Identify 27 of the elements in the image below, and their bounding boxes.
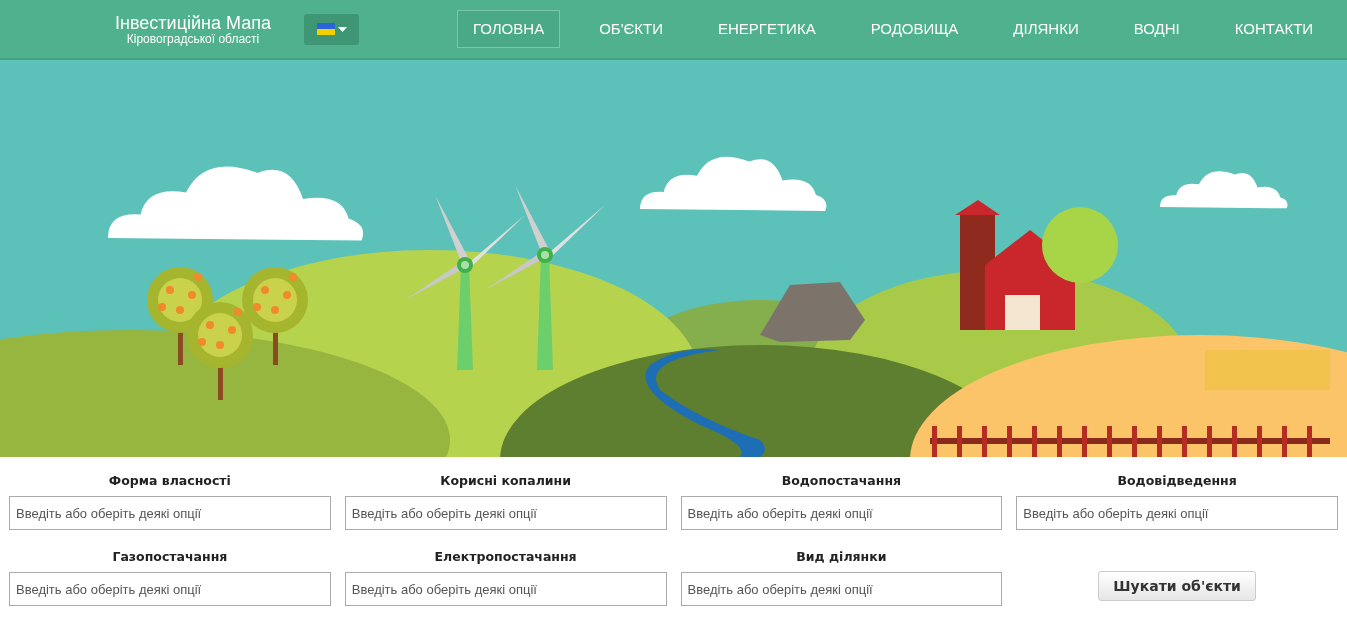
filter-input-field[interactable]: Введіть або оберіть деякі опції bbox=[680, 496, 1003, 530]
filter-label: Електропостачання bbox=[434, 548, 577, 565]
filter-label: Водопостачання bbox=[781, 472, 902, 489]
nav-link[interactable]: ВОДНІ bbox=[1117, 10, 1196, 48]
filter-input-field[interactable]: Введіть або оберіть деякі опції bbox=[344, 572, 667, 606]
filter-label: Корисні копалини bbox=[440, 472, 571, 489]
filter-input-field[interactable]: Введіть або оберіть деякі опції bbox=[9, 496, 331, 530]
filter-input-field[interactable]: Введіть або оберіть деякі опції bbox=[680, 572, 1003, 606]
logo-subtitle: Кіровоградської області bbox=[126, 32, 260, 46]
language-selector-button[interactable] bbox=[304, 13, 359, 45]
nav-link[interactable]: ГОЛОВНА bbox=[457, 10, 561, 48]
filter-label: Водовідведення bbox=[1117, 472, 1237, 489]
filter-input-field[interactable]: Введіть або оберіть деякі опції bbox=[344, 496, 667, 530]
nav-link[interactable]: ЕНЕРГЕТИКА bbox=[702, 10, 832, 48]
nav-link[interactable]: ОБ'ЄКТИ bbox=[583, 10, 679, 48]
filter-input-field[interactable]: Введіть або оберіть деякі опції bbox=[1016, 496, 1338, 530]
filter-input-field[interactable]: Введіть або оберіть деякі опції bbox=[9, 572, 331, 606]
nav-link[interactable]: ДІЛЯНКИ bbox=[997, 10, 1095, 48]
filter-label: Вид ділянки bbox=[796, 548, 887, 565]
filter-label: Форма власності bbox=[108, 472, 231, 489]
search-objects-button[interactable]: Шукати об'єкти bbox=[1098, 571, 1256, 601]
nav-link[interactable]: КОНТАКТИ bbox=[1218, 10, 1330, 48]
filter-label: Газопостачання bbox=[112, 548, 228, 565]
ukraine-flag-icon bbox=[316, 23, 335, 35]
caret-icon bbox=[337, 26, 347, 32]
nav-link[interactable]: РОДОВИЩА bbox=[854, 10, 975, 48]
logo-title: Інвестиційна Мапа bbox=[115, 12, 271, 33]
